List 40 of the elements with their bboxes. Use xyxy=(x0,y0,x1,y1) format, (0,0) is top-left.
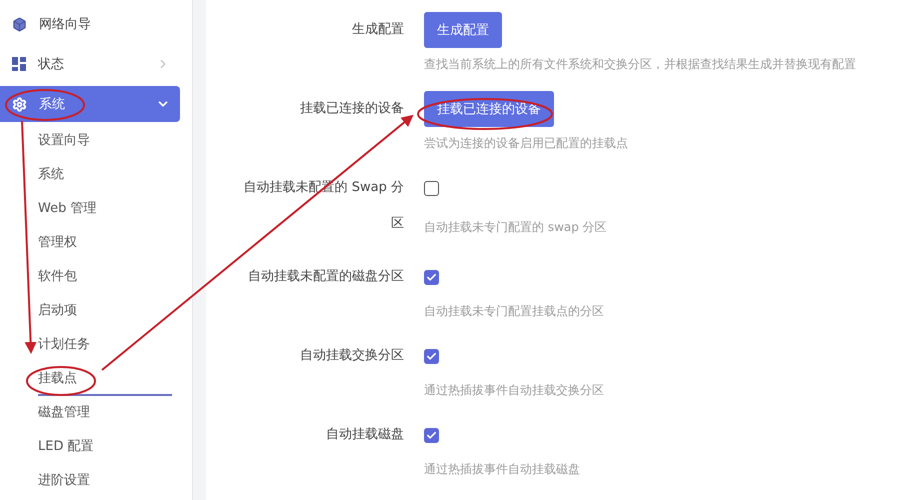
checkbox[interactable] xyxy=(424,428,439,442)
check-icon xyxy=(426,430,437,440)
action-button[interactable]: 生成配置 xyxy=(424,12,502,48)
field-label: 生成配置 xyxy=(352,21,404,39)
field-label: 自动挂载交换分区 xyxy=(300,347,404,365)
sidebar-item[interactable]: 系统 xyxy=(0,86,180,122)
settings-icon xyxy=(12,96,27,112)
submenu-item[interactable]: 计划任务 xyxy=(38,328,172,362)
field-description: 自动挂载未专门配置挂载点的分区 xyxy=(424,303,605,320)
field-label: 自动挂载磁盘 xyxy=(326,426,404,444)
submenu-item[interactable]: 磁盘管理 xyxy=(38,396,172,430)
submenu-item[interactable]: 设置向导 xyxy=(38,124,172,158)
checkbox[interactable] xyxy=(424,270,439,284)
field-description: 通过热插拔事件自动挂载交换分区 xyxy=(424,382,605,399)
submenu-item[interactable]: 软件包 xyxy=(38,260,172,294)
field-description: 尝试为连接的设备启用已配置的挂载点 xyxy=(424,135,629,152)
field-description: 自动挂载未专门配置的 swap 分区 xyxy=(424,219,608,236)
sidebar-item-label: 状态 xyxy=(38,56,65,73)
checkbox[interactable] xyxy=(424,348,439,364)
cube-icon xyxy=(12,16,27,32)
checkbox[interactable] xyxy=(424,180,439,196)
submenu-item[interactable]: Web 管理 xyxy=(38,192,172,226)
field-label: 自动挂载未配置的磁盘分区 xyxy=(248,268,404,286)
sidebar-item-label: 系统 xyxy=(39,96,66,113)
sidebar-item[interactable]: 状态 xyxy=(0,44,180,84)
field-description: 查找当前系统上的所有文件系统和交换分区，并根据查找结果生成并替换现有配置 xyxy=(424,56,857,73)
submenu-item[interactable]: 挂载点 xyxy=(38,362,172,396)
field-label: 挂载已连接的设备 xyxy=(300,100,404,118)
dashboard-icon xyxy=(12,57,26,71)
sidebar-item[interactable]: 网络向导 xyxy=(0,4,180,44)
submenu-item[interactable]: 系统 xyxy=(38,158,172,192)
field-description: 通过热插拔事件自动挂载磁盘 xyxy=(424,461,581,478)
sidebar-item-label: 网络向导 xyxy=(39,16,92,33)
submenu-item[interactable]: 管理权 xyxy=(38,226,172,260)
check-icon xyxy=(426,350,437,362)
submenu-item[interactable]: 进阶设置 xyxy=(38,464,172,498)
submenu-item[interactable]: LED 配置 xyxy=(38,430,172,464)
check-icon xyxy=(426,272,437,282)
submenu-item[interactable]: 启动项 xyxy=(38,294,172,328)
annotation-ellipse xyxy=(26,366,96,396)
